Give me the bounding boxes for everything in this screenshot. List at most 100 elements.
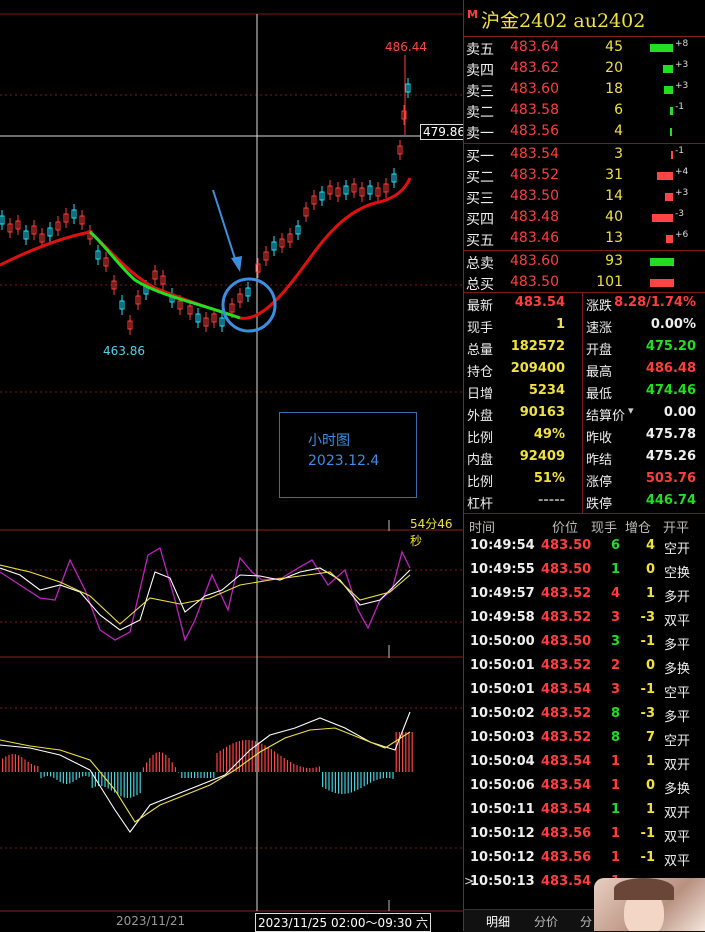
tab-price-distribution[interactable]: 分价 xyxy=(534,913,558,930)
price-high-label: 486.44 xyxy=(385,40,427,54)
asks-level-row[interactable]: 卖一 483.56 4 xyxy=(464,121,705,142)
macd-bar xyxy=(366,772,368,785)
stat-label: 最新 xyxy=(467,299,494,314)
stat-label: 涨跌 xyxy=(586,299,613,314)
macd-bar xyxy=(187,772,189,778)
tick-volume: 1 xyxy=(610,754,620,769)
macd-bar xyxy=(360,772,362,789)
stat-label: 比例 xyxy=(467,431,494,446)
avatar[interactable] xyxy=(594,878,705,931)
tick-time: 10:50:02 xyxy=(470,706,535,721)
macd-bar xyxy=(56,772,58,780)
macd-bar xyxy=(408,732,410,772)
tick-row[interactable]: 10:50:01 483.52 2 0 多换 xyxy=(464,656,705,677)
macd-bar xyxy=(309,767,311,772)
tick-type: 双开 xyxy=(664,806,691,821)
tick-time: 10:50:04 xyxy=(470,754,535,769)
macd-bar xyxy=(130,772,132,798)
stat-label: 跌停 xyxy=(586,497,613,512)
macd-bar xyxy=(235,741,237,772)
macd-bar xyxy=(107,772,109,789)
tick-time: 10:50:01 xyxy=(470,658,535,673)
macd-bar xyxy=(123,772,125,798)
orderbook-total-row[interactable]: 总卖 483.60 93 xyxy=(464,251,705,272)
level-label: 买三 xyxy=(466,191,494,207)
orderbook-total-row[interactable]: 总买 483.50 101 xyxy=(464,272,705,293)
tick-row[interactable]: 10:50:04 483.54 1 1 双开 xyxy=(464,752,705,773)
chevron-down-icon[interactable]: ▾ xyxy=(628,404,634,417)
tick-time: 10:50:12 xyxy=(470,850,535,865)
level-price: 483.60 xyxy=(510,81,559,97)
tick-price: 483.54 xyxy=(541,802,592,817)
macd-bar xyxy=(379,772,381,779)
annotation-circle xyxy=(221,277,277,333)
tick-volume: 1 xyxy=(610,850,620,865)
tick-oi-change: -1 xyxy=(640,634,655,649)
asks-level-row[interactable]: 卖三 483.60 18 +3 xyxy=(464,79,705,100)
tick-type: 双平 xyxy=(664,854,691,869)
tab-more[interactable]: 分 xyxy=(580,913,592,930)
macd-bar xyxy=(62,772,64,784)
macd-bar xyxy=(200,772,202,778)
bids-level-row[interactable]: 买三 483.50 14 +3 xyxy=(464,186,705,207)
latest-tick-marker-icon: > xyxy=(464,874,475,888)
tick-row[interactable]: 10:50:03 483.52 8 7 空开 xyxy=(464,728,705,749)
tick-list[interactable]: 10:49:54 483.50 6 4 空开 10:49:55 483.50 1 0 空换 10:4… xyxy=(464,536,705,909)
bids-level-row[interactable]: 买五 483.46 13 +6 xyxy=(464,228,705,249)
macd-bar xyxy=(24,759,26,772)
macd-bar xyxy=(296,765,298,772)
macd-bar xyxy=(82,772,84,777)
macd-bar xyxy=(194,772,196,778)
annotation-arrow-line xyxy=(212,189,237,263)
tick-price: 483.52 xyxy=(541,706,592,721)
tick-type: 多换 xyxy=(664,782,691,797)
macd-bar xyxy=(222,748,224,772)
tick-row[interactable]: 10:50:02 483.52 8 -3 多平 xyxy=(464,704,705,725)
tick-row[interactable]: 10:49:58 483.52 3 -3 双平 xyxy=(464,608,705,629)
asks-level-row[interactable]: 卖四 483.62 20 +3 xyxy=(464,58,705,79)
bids-level-row[interactable]: 买二 483.52 31 +4 xyxy=(464,165,705,186)
level-price: 483.64 xyxy=(510,39,559,55)
macd-bar xyxy=(251,740,253,772)
stat-value: ----- xyxy=(538,493,565,508)
tab-detail[interactable]: 明细 xyxy=(486,913,510,930)
level-change: +3 xyxy=(675,81,689,91)
tick-row[interactable]: 10:49:54 483.50 6 4 空开 xyxy=(464,536,705,557)
level-change: +8 xyxy=(675,39,689,49)
tick-time: 10:50:11 xyxy=(470,802,535,817)
level-change: -3 xyxy=(675,209,684,219)
tick-volume: 3 xyxy=(610,634,620,649)
stat-value: 503.76 xyxy=(645,471,696,486)
tick-row[interactable]: 10:50:06 483.54 1 0 多换 xyxy=(464,776,705,797)
tick-volume: 1 xyxy=(610,778,620,793)
kline-chart-area[interactable]: 486.44 463.86 479.86 54分46秒 小时图 2023.12.… xyxy=(0,0,468,932)
tick-row[interactable]: 10:50:11 483.54 1 1 双开 xyxy=(464,800,705,821)
asks-level-row[interactable]: 卖二 483.58 6 -1 xyxy=(464,100,705,121)
macd-bar xyxy=(136,772,138,796)
macd-bar xyxy=(347,772,349,794)
level-volume: 40 xyxy=(605,209,623,225)
tick-oi-change: 1 xyxy=(645,586,655,601)
bids-level-row[interactable]: 买四 483.48 40 -3 xyxy=(464,207,705,228)
level-price: 483.52 xyxy=(510,167,559,183)
tick-price: 483.56 xyxy=(541,826,592,841)
tick-type: 空开 xyxy=(664,734,691,749)
tick-row[interactable]: 10:49:55 483.50 1 0 空换 xyxy=(464,560,705,581)
asks-level-row[interactable]: 卖五 483.64 45 +8 xyxy=(464,37,705,58)
tick-type: 空平 xyxy=(664,686,691,701)
stat-value: 446.74 xyxy=(645,493,696,508)
tick-row[interactable]: 10:49:57 483.52 4 1 多开 xyxy=(464,584,705,605)
tick-volume: 1 xyxy=(610,562,620,577)
tick-row[interactable]: 10:50:01 483.54 3 -1 空平 xyxy=(464,680,705,701)
level-volume: 6 xyxy=(614,102,623,118)
level-price: 483.50 xyxy=(510,188,559,204)
bids-level-row[interactable]: 买一 483.54 3 -1 xyxy=(464,144,705,165)
macd-bar xyxy=(104,772,106,788)
stat-value: 209400 xyxy=(510,361,565,376)
tick-row[interactable]: 10:50:12 483.56 1 -1 双平 xyxy=(464,848,705,869)
tick-row[interactable]: 10:50:00 483.50 3 -1 多平 xyxy=(464,632,705,653)
macd-bar xyxy=(30,763,32,772)
volume-bar xyxy=(666,235,673,243)
tick-row[interactable]: 10:50:12 483.56 1 -1 双平 xyxy=(464,824,705,845)
tick-price: 483.52 xyxy=(541,586,592,601)
